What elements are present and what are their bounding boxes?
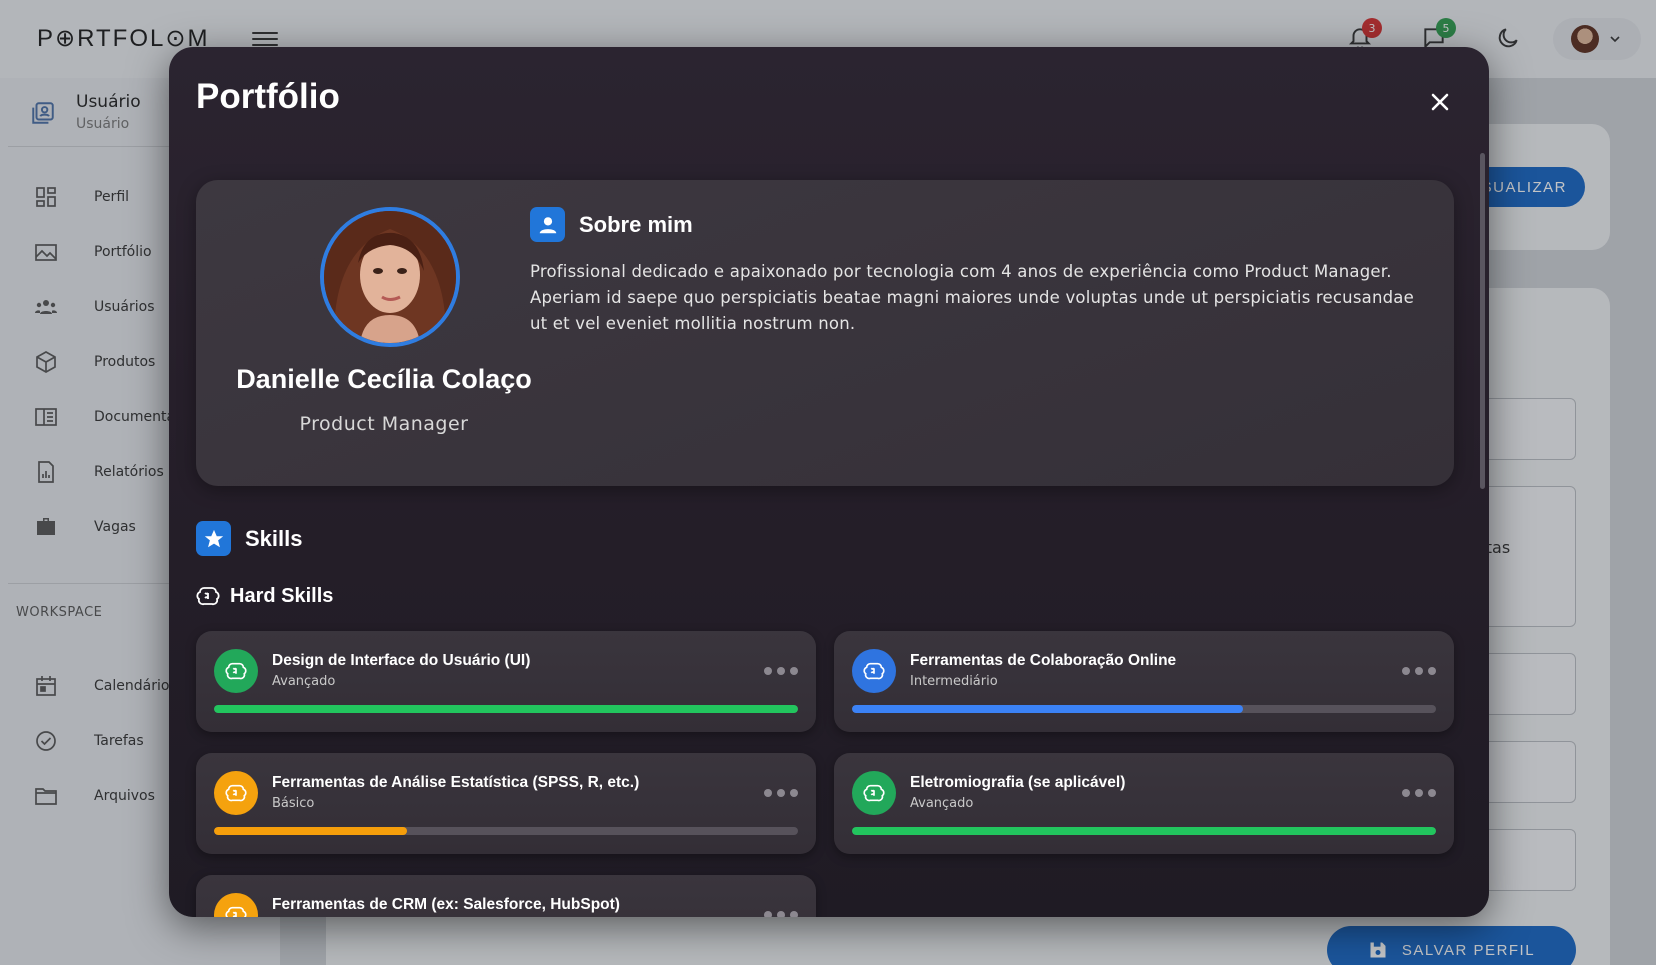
skill-progress-bar	[214, 827, 798, 835]
person-icon	[530, 207, 565, 242]
scrollbar-thumb[interactable]	[1480, 153, 1485, 489]
brain-icon	[852, 771, 896, 815]
modal-title: Portfólio	[196, 77, 340, 116]
brain-icon	[196, 587, 220, 606]
brain-icon	[214, 649, 258, 693]
more-options-icon[interactable]	[1402, 663, 1436, 679]
more-options-icon[interactable]	[764, 663, 798, 679]
brain-icon	[214, 771, 258, 815]
close-icon	[1431, 93, 1449, 111]
skill-progress-bar	[852, 705, 1436, 713]
skill-level: Básico	[272, 796, 315, 811]
skill-name: Ferramentas de CRM (ex: Salesforce, HubS…	[272, 896, 620, 913]
about-title: Sobre mim	[579, 211, 693, 237]
skill-name: Design de Interface do Usuário (UI)	[272, 652, 531, 669]
skill-progress-bar	[214, 705, 798, 713]
skill-card: Eletromiografia (se aplicável) Avançado	[834, 753, 1454, 854]
skill-progress-bar	[852, 827, 1436, 835]
about-text: Profissional dedicado e apaixonado por t…	[530, 262, 1414, 333]
skill-level: Avançado	[272, 674, 336, 689]
profile-name: Danielle Cecília Colaço	[236, 364, 532, 394]
hard-skills-header: Hard Skills	[196, 584, 333, 608]
portfolio-modal: Portfólio Danielle Cecília Colaço Produc…	[169, 47, 1489, 917]
skill-card: Ferramentas de CRM (ex: Salesforce, HubS…	[196, 875, 816, 917]
skill-name: Ferramentas de Análise Estatística (SPSS…	[272, 774, 640, 791]
skill-card: Ferramentas de Colaboração Online Interme…	[834, 631, 1454, 732]
profile-about-card: Danielle Cecília Colaço Product Manager …	[196, 180, 1454, 486]
close-button[interactable]	[1423, 85, 1457, 119]
brain-icon	[852, 649, 896, 693]
hard-skills-title: Hard Skills	[230, 584, 334, 607]
skill-progress-fill	[214, 827, 407, 835]
skill-progress-fill	[852, 705, 1244, 713]
skill-card: Ferramentas de Análise Estatística (SPSS…	[196, 753, 816, 854]
star-icon	[196, 521, 231, 556]
skill-name: Ferramentas de Colaboração Online	[910, 652, 1177, 669]
brain-icon	[214, 893, 258, 917]
skills-header: Skills	[196, 521, 302, 556]
about-header: Sobre mim	[530, 207, 693, 242]
skill-progress-fill	[214, 705, 798, 713]
skill-level: Intermediário	[910, 674, 998, 689]
more-options-icon[interactable]	[764, 907, 798, 917]
skill-card: Design de Interface do Usuário (UI) Avanç…	[196, 631, 816, 732]
skills-title: Skills	[245, 525, 303, 551]
skill-progress-fill	[852, 827, 1436, 835]
skill-name: Eletromiografia (se aplicável)	[910, 774, 1126, 791]
more-options-icon[interactable]	[1402, 785, 1436, 801]
more-options-icon[interactable]	[764, 785, 798, 801]
skill-level: Avançado	[910, 796, 974, 811]
profile-avatar	[320, 207, 460, 347]
profile-role: Product Manager	[299, 413, 469, 435]
